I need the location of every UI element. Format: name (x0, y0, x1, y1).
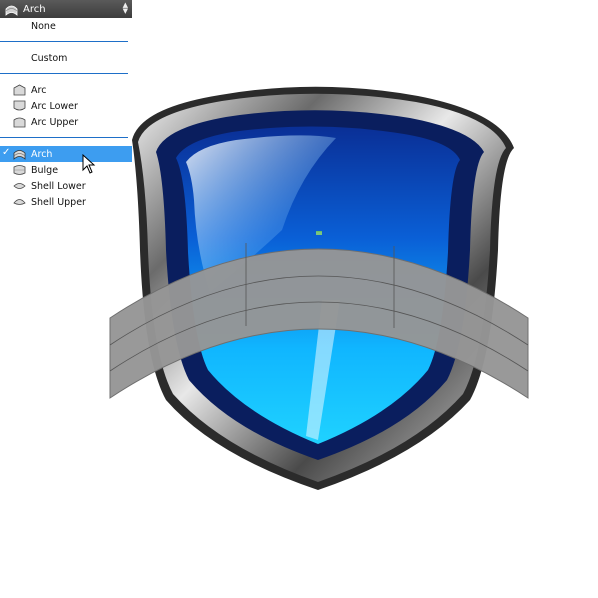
menu-item-label: Shell Lower (31, 180, 86, 192)
menu-item-label: Arch (31, 148, 53, 160)
arc-lower-icon (13, 100, 26, 111)
menu-item-label: Shell Upper (31, 196, 86, 208)
menu-separator (0, 34, 132, 50)
menu-item-label: Arc Upper (31, 116, 79, 128)
arc-icon (13, 84, 26, 96)
checkmark-icon: ✓ (2, 147, 11, 158)
shell-upper-icon (13, 199, 26, 205)
menu-item-arc[interactable]: Arc (0, 82, 132, 98)
menu-item-label: Arc (31, 84, 47, 96)
menu-item-none[interactable]: None (0, 18, 132, 34)
warp-style-dropdown[interactable]: Arch ▲ ▼ None Custom Arc Arc Lower Arc Up… (0, 0, 132, 210)
bulge-icon (13, 165, 26, 175)
menu-item-label: None (31, 20, 56, 32)
menu-item-shell-lower[interactable]: Shell Lower (0, 178, 132, 194)
menu-separator (0, 130, 132, 146)
arch-icon (5, 5, 18, 16)
mouse-cursor-icon (82, 154, 96, 174)
menu-item-arc-lower[interactable]: Arc Lower (0, 98, 132, 114)
menu-item-label: Custom (31, 52, 68, 64)
arc-upper-icon (13, 117, 26, 128)
menu-item-bulge[interactable]: Bulge (0, 162, 132, 178)
chevron-updown-icon: ▲ ▼ (122, 1, 128, 15)
warp-style-select[interactable]: Arch ▲ ▼ (0, 0, 132, 18)
menu-item-shell-upper[interactable]: Shell Upper (0, 194, 132, 210)
selected-warp-style: Arch (23, 3, 46, 15)
shell-lower-icon (13, 183, 26, 189)
menu-item-label: Bulge (31, 164, 59, 176)
menu-item-custom[interactable]: Custom (0, 50, 132, 66)
menu-separator (0, 66, 132, 82)
menu-item-arch[interactable]: ✓ Arch (0, 146, 132, 162)
arch-icon (13, 150, 26, 160)
menu-item-arc-upper[interactable]: Arc Upper (0, 114, 132, 130)
menu-item-label: Arc Lower (31, 100, 78, 112)
